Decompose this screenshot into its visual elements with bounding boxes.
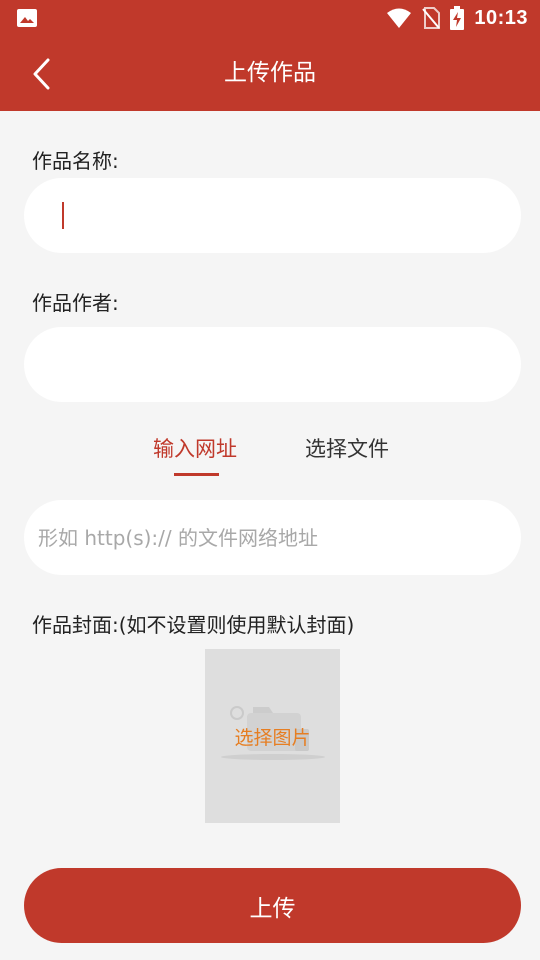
select-image-label: 选择图片 [234,727,311,749]
author-label: 作品作者: [32,291,119,315]
page-title: 上传作品 [224,60,316,86]
author-input[interactable] [24,327,521,402]
active-tab-indicator [174,473,219,476]
url-input[interactable] [24,500,521,575]
tab-file[interactable]: 选择文件 [305,433,389,463]
status-bar: 10:13 [0,0,540,36]
battery-charging-icon [450,6,465,30]
wifi-icon [387,8,412,28]
cover-image-picker[interactable]: 选择图片 [205,649,340,823]
no-sim-icon [422,7,441,29]
cover-label: 作品封面:(如不设置则使用默认封面) [32,613,355,637]
text-cursor [62,202,64,229]
gallery-icon [17,9,37,27]
app-bar: 上传作品 [0,36,540,111]
upload-button[interactable]: 上传 [24,868,521,943]
author-field[interactable] [24,327,521,402]
source-tabs: 输入网址 选择文件 [0,425,540,481]
status-time: 10:13 [474,6,528,29]
name-field[interactable] [24,178,521,253]
status-icons: 10:13 [386,4,528,32]
name-input[interactable] [24,178,521,253]
tab-url[interactable]: 输入网址 [153,433,237,463]
url-field[interactable] [24,500,521,575]
name-label: 作品名称: [32,149,119,173]
